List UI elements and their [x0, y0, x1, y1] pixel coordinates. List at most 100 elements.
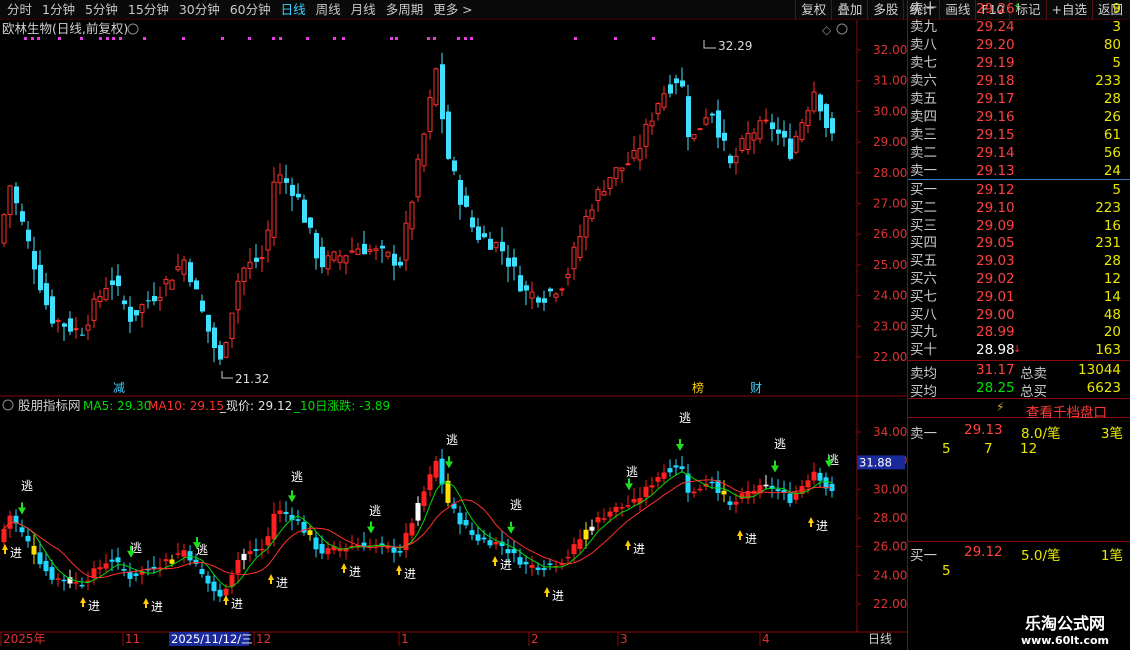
ask-level-row[interactable]: 卖十 29.26 9 ↑ — [908, 0, 1130, 18]
ask-level-row[interactable]: 卖五 29.17 28 — [908, 90, 1130, 108]
signal-bar — [199, 569, 205, 575]
candle-body-up — [631, 149, 637, 159]
green-arrow-icon — [676, 443, 684, 451]
enter-signal: 进 — [633, 542, 645, 556]
bid-level-label: 买八 — [910, 306, 937, 323]
signal-bar — [325, 548, 331, 555]
candle-body-up — [589, 209, 595, 219]
tab-period-5[interactable]: 60分钟 — [225, 0, 276, 20]
escape-signal: 逃 — [446, 433, 458, 447]
candle-body-up — [733, 155, 739, 164]
candle-body-up — [643, 123, 649, 147]
ask-level-row[interactable]: 卖一 29.13 24 — [908, 162, 1130, 180]
ask-level-row[interactable]: 卖六 29.18 233 — [908, 72, 1130, 90]
y-tick-label: 30.00 — [873, 104, 907, 118]
enter-arrow-icon — [143, 598, 149, 608]
ask-level-row[interactable]: 卖九 29.24 3 — [908, 18, 1130, 36]
candle-body-down — [500, 241, 505, 252]
ask-level-price: 29.14 — [976, 145, 1015, 161]
candle-body-down — [218, 345, 223, 360]
tab-period-9[interactable]: 多周期 — [381, 0, 429, 20]
buy1-count: 1笔 — [1100, 548, 1123, 564]
escape-signal: 逃 — [291, 470, 303, 484]
period-tabs: 分时 1分钟 5分钟 15分钟 30分钟 60分钟 日线 周线 月线 多周期 更多 > — [2, 0, 478, 20]
ask-level-label: 卖一 — [910, 163, 937, 179]
bid-level-row[interactable]: 买四 29.05 231 — [908, 234, 1130, 252]
chart-area[interactable]: 欧林生物(日线,前复权) ◇ 32.00 31.00 30.00 29.00 28.00 27… — [0, 20, 907, 650]
candle-body-down — [116, 275, 121, 287]
candle-body-up — [577, 236, 583, 259]
candle-body-up — [613, 167, 619, 180]
tab-period-0[interactable]: 分时 — [2, 0, 37, 20]
bid-level-row[interactable]: 买十 28.98 163 ↓ — [908, 341, 1130, 359]
sell1-count: 3笔 — [1100, 426, 1123, 442]
signal-bar — [265, 536, 271, 546]
ask-level-row[interactable]: 卖八 29.20 80 — [908, 36, 1130, 54]
signal-bar — [25, 535, 31, 542]
signal-bar — [667, 468, 673, 473]
bid-level-row[interactable]: 买二 29.10 223 — [908, 199, 1130, 217]
candle-body-up — [655, 103, 661, 115]
ask-level-row[interactable]: 卖四 29.16 26 — [908, 108, 1130, 126]
y-tick-label: 24.00 — [873, 289, 907, 303]
enter-signal: 进 — [500, 558, 512, 572]
indicator-y-tick-label: 22.00 — [873, 597, 907, 611]
escape-signal: 逃 — [21, 479, 33, 493]
event-dot — [106, 37, 109, 40]
signal-bar — [133, 573, 139, 576]
bid-level-row[interactable]: 买六 29.02 12 — [908, 270, 1130, 288]
tab-period-3[interactable]: 15分钟 — [123, 0, 174, 20]
bid-level-row[interactable]: 买九 28.99 20 — [908, 323, 1130, 341]
current-price-label: _现价: 29.12 — [219, 399, 292, 413]
tab-period-8[interactable]: 月线 — [346, 0, 381, 20]
toolbar-button-2[interactable]: 多股 — [867, 0, 903, 20]
event-dot — [119, 37, 122, 40]
tab-period-4[interactable]: 30分钟 — [174, 0, 225, 20]
kline-chart[interactable]: 欧林生物(日线,前复权) ◇ 32.00 31.00 30.00 29.00 28.00 27… — [0, 20, 907, 650]
tab-period-10[interactable]: 更多 > — [428, 0, 477, 20]
signal-bar — [775, 489, 781, 492]
candle-body-down — [200, 300, 205, 312]
depth-book-button[interactable]: 查看千档盘口 — [1026, 401, 1107, 421]
candle-body-down — [482, 233, 487, 238]
signal-bar — [457, 512, 463, 525]
event-dot — [24, 37, 27, 40]
signal-bar — [421, 491, 427, 507]
ask-level-row[interactable]: 卖二 29.14 56 — [908, 144, 1130, 162]
escape-signal: 逃 — [774, 437, 786, 451]
event-dot — [333, 37, 336, 40]
signal-bar — [1, 528, 7, 543]
green-arrow-icon — [367, 526, 375, 534]
toolbar-button-0[interactable]: 复权 — [795, 0, 831, 20]
candle-body-up — [385, 251, 391, 257]
y-tick-label: 26.00 — [873, 227, 907, 241]
tab-period-7[interactable]: 周线 — [311, 0, 346, 20]
enter-arrow-icon — [492, 556, 498, 566]
ask-level-row[interactable]: 卖三 29.15 61 — [908, 126, 1130, 144]
bid-level-row[interactable]: 买七 29.01 14 — [908, 288, 1130, 306]
signal-bar — [127, 571, 133, 579]
enter-signal: 进 — [816, 519, 828, 533]
toolbar-button-1[interactable]: 叠加 — [831, 0, 867, 20]
tab-period-1[interactable]: 1分钟 — [37, 0, 80, 20]
ask-level-row[interactable]: 卖七 29.19 5 — [908, 54, 1130, 72]
tab-period-2[interactable]: 5分钟 — [80, 0, 123, 20]
bid-level-row[interactable]: 买三 29.09 16 — [908, 217, 1130, 235]
candle-body-down — [392, 253, 397, 266]
buy1-label: 买一 — [910, 548, 937, 564]
event-marker: 财 — [750, 381, 762, 395]
ask-level-label: 卖十 — [910, 1, 937, 17]
tab-period-6[interactable]: 日线 — [276, 0, 311, 20]
candle-body-up — [433, 68, 439, 106]
bid-level-row[interactable]: 买五 29.03 28 — [908, 252, 1130, 270]
bid-level-row[interactable]: 买一 29.12 5 — [908, 181, 1130, 199]
event-dot — [143, 37, 146, 40]
candle-body-up — [649, 120, 655, 127]
bid-level-price: 29.03 — [976, 253, 1015, 270]
x-axis-label: 12 — [256, 632, 271, 646]
bid-level-label: 买三 — [910, 217, 937, 234]
ask-level-price: 29.18 — [976, 73, 1015, 89]
candle-body-down — [446, 111, 451, 159]
bid-level-row[interactable]: 买八 29.00 48 — [908, 306, 1130, 324]
event-marker: 榜 — [692, 380, 704, 395]
